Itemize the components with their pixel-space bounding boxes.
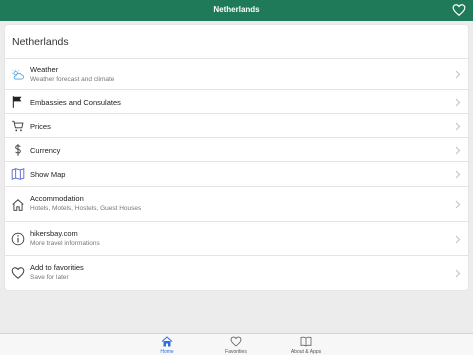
menu-item-hikersbay[interactable]: hikersbay.com More travel informations [5,221,468,255]
menu-item-label: hikersbay.com [30,229,78,238]
dollar-icon [15,144,21,156]
menu-item-prices[interactable]: Prices [5,113,468,137]
home-icon [161,336,173,347]
map-icon [11,168,25,180]
chevron-right-icon [455,122,461,131]
tab-about-apps[interactable]: About & Apps [276,334,336,355]
menu-item-weather[interactable]: Weather Weather forecast and climate [5,58,468,89]
house-icon [12,199,24,211]
tab-label: About & Apps [290,349,322,355]
chevron-right-icon [455,70,461,79]
heart-icon [230,336,242,347]
menu-item-label: Embassies and Consulates [30,98,121,107]
tab-home[interactable]: Home [137,334,197,355]
cart-icon [12,120,24,132]
chevron-right-icon [455,146,461,155]
favorite-heart-icon[interactable] [452,3,466,17]
chevron-right-icon [455,200,461,209]
menu-item-label: Prices [30,122,51,131]
info-icon [11,232,25,246]
chevron-right-icon [455,170,461,179]
heart-icon [11,267,25,279]
tab-label: Home [160,349,174,355]
menu-item-subtitle: Save for later [30,274,69,281]
tab-label: Favorities [225,349,247,355]
flag-icon [12,96,22,108]
menu-item-label: Currency [30,146,61,155]
weather-icon [11,69,24,80]
menu-item-label: Weather [30,65,59,74]
menu-item-label: Show Map [30,170,66,179]
menu-item-add-favorites[interactable]: Add to favorities Save for later [5,255,468,290]
bottom-tab-bar: Home Favorities About & Apps [0,333,473,355]
book-icon [300,336,312,347]
menu-item-currency[interactable]: Currency [5,137,468,161]
header-title: Netherlands [213,5,260,14]
country-menu-card: Netherlands Weather Weather forecast and… [5,25,468,290]
tab-favorites[interactable]: Favorities [206,334,266,355]
menu-item-subtitle: Weather forecast and climate [30,76,115,83]
chevron-right-icon [455,235,461,244]
chevron-right-icon [455,98,461,107]
chevron-right-icon [455,269,461,278]
menu-item-label: Add to favorities [30,263,84,272]
country-title: Netherlands [12,36,69,48]
menu-item-show-map[interactable]: Show Map [5,161,468,186]
menu-item-accommodation[interactable]: Accommodation Hotels, Motels, Hostels, G… [5,186,468,221]
menu-item-label: Accommodation [30,194,84,203]
menu-item-embassies[interactable]: Embassies and Consulates [5,89,468,113]
top-navigation-bar: Netherlands [0,0,473,21]
menu-item-subtitle: More travel informations [30,240,100,247]
menu-item-subtitle: Hotels, Motels, Hostels, Guest Houses [30,205,142,212]
